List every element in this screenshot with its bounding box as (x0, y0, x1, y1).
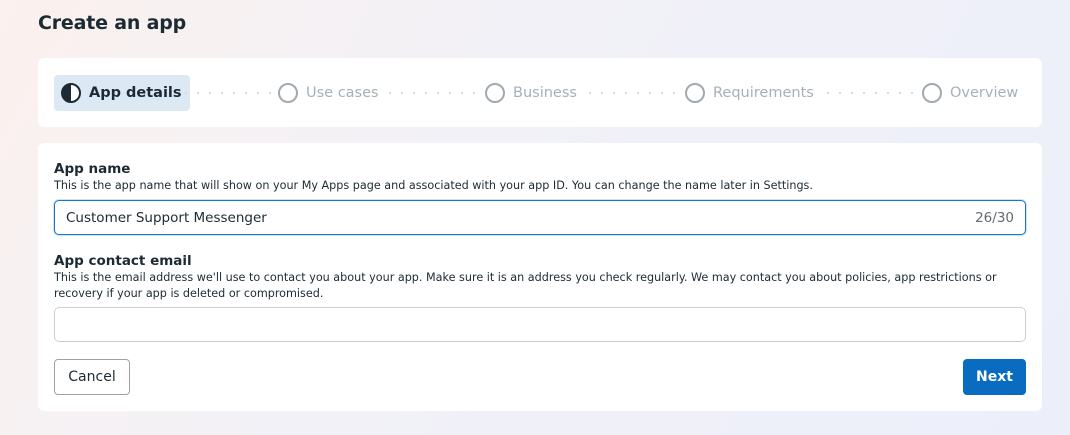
progress-stepper: App details Use cases Business Requireme… (38, 58, 1042, 127)
step-connector (584, 92, 684, 94)
app-name-help: This is the app name that will show on y… (54, 179, 813, 192)
contact-email-input[interactable] (54, 307, 1026, 342)
step-connector (384, 92, 484, 94)
contact-email-help: This is the email address we'll use to c… (54, 271, 997, 300)
step-requirements[interactable]: Requirements (685, 75, 814, 111)
empty-circle-icon (278, 83, 298, 103)
step-label: App details (89, 85, 182, 101)
contact-email-label: App contact email (54, 253, 192, 269)
step-business[interactable]: Business (485, 75, 577, 111)
app-name-value: Customer Support Messenger (66, 209, 267, 226)
step-label: Use cases (306, 85, 379, 101)
next-button[interactable]: Next (963, 359, 1026, 395)
app-name-input[interactable]: Customer Support Messenger 26/30 (54, 200, 1026, 235)
step-label: Overview (950, 85, 1019, 101)
empty-circle-icon (685, 83, 705, 103)
step-label: Requirements (713, 85, 814, 101)
step-overview[interactable]: Overview (922, 75, 1018, 111)
character-counter: 26/30 (975, 209, 1014, 226)
half-filled-circle-icon (61, 83, 81, 103)
step-use-cases[interactable]: Use cases (278, 75, 379, 111)
page-title: Create an app (38, 12, 186, 34)
empty-circle-icon (922, 83, 942, 103)
app-form-card: App name This is the app name that will … (38, 143, 1042, 411)
app-name-label: App name (54, 161, 131, 177)
step-connector (180, 92, 276, 94)
step-connector (822, 92, 918, 94)
step-app-details[interactable]: App details (54, 75, 190, 111)
empty-circle-icon (485, 83, 505, 103)
cancel-button[interactable]: Cancel (54, 359, 130, 395)
step-label: Business (513, 85, 577, 101)
